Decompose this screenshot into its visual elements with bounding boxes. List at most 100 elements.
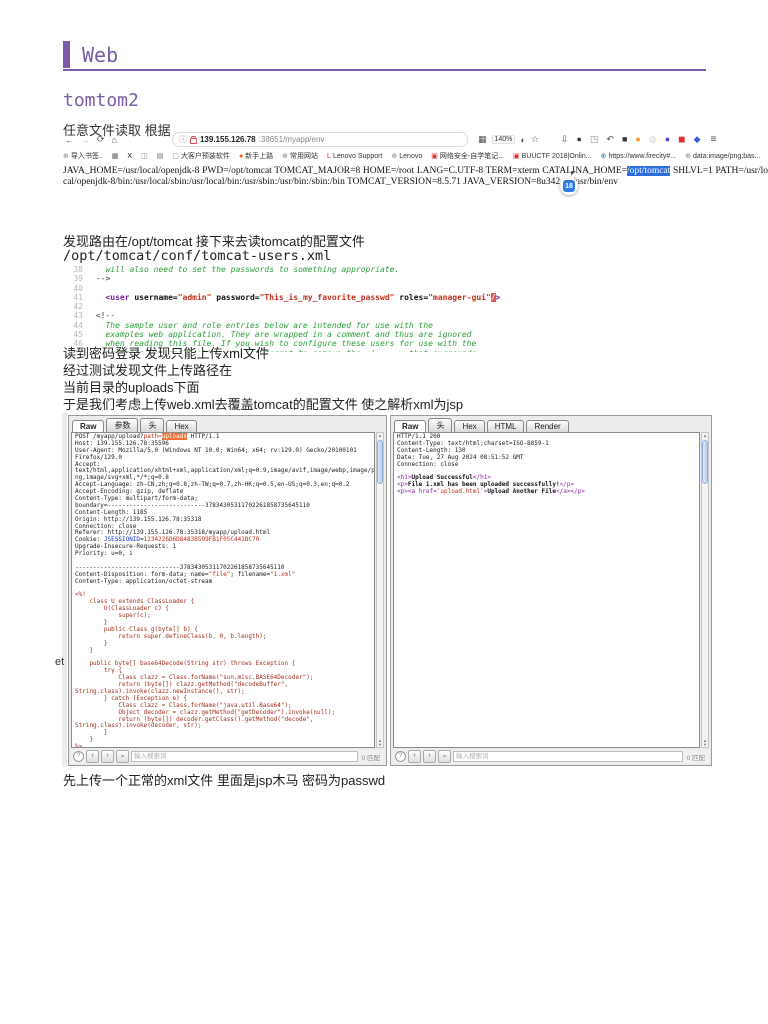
bookmark-item[interactable]: L Lenovo Support xyxy=(327,153,382,160)
bookmark-item[interactable]: X xyxy=(127,153,132,160)
url-path: :38651/myapp/env xyxy=(258,135,325,144)
search-input[interactable] xyxy=(131,751,358,762)
bookmark-item[interactable]: ▣ BUUCTF 2018|Onlin... xyxy=(513,152,592,161)
dark-square-icon[interactable]: ■ xyxy=(622,135,627,144)
message-line xyxy=(75,586,374,593)
tag-icon[interactable]: ◳ xyxy=(590,135,599,144)
bookmark-favicon: ● xyxy=(238,152,244,160)
tab-参数[interactable]: 参数 xyxy=(106,418,139,433)
ghost-icon[interactable]: ◍ xyxy=(649,135,657,144)
download-icon[interactable]: ⇩ xyxy=(561,135,569,144)
search-help-icon[interactable]: ? xyxy=(73,751,84,762)
qr-icon[interactable]: ▦ xyxy=(478,134,487,145)
url-bar[interactable]: ⓘ 139.155.126.78:38651/myapp/env xyxy=(171,132,468,147)
header-accent-bar xyxy=(63,41,70,68)
search-prev-button[interactable]: ‹ xyxy=(408,750,421,763)
scroll-up-icon[interactable]: ▲ xyxy=(702,433,708,438)
bookmark-label: data:image/png;bas... xyxy=(693,152,761,160)
bookmark-item[interactable]: ⊕ 导入书签.. xyxy=(63,151,103,161)
bookmark-favicon: ▦ xyxy=(111,153,119,160)
scroll-up-icon[interactable]: ▲ xyxy=(377,433,383,438)
bookmark-label: 网络安全-自学笔记... xyxy=(439,153,505,160)
search-next-button[interactable]: › xyxy=(101,750,114,763)
tab-头[interactable]: 头 xyxy=(140,418,165,433)
bookmark-label: https://www.firecity#... xyxy=(608,152,677,160)
bookmark-item[interactable]: ● 新手上路 xyxy=(239,151,273,161)
scrollbar-thumb[interactable] xyxy=(702,440,708,484)
message-line: Firefox/129.0 xyxy=(75,453,122,461)
bookmark-label: 新手上路 xyxy=(245,153,274,160)
menu-icon[interactable]: ≡ xyxy=(711,134,717,145)
document-page: Web tomtom2 任意文件读取 根据 ← → ⟳ ⌂ ⓘ 139.155.… xyxy=(0,0,768,1024)
search-help-icon[interactable]: ? xyxy=(395,751,406,762)
scrollbar-thumb[interactable] xyxy=(377,440,383,484)
message-line: Priority: u=0, i xyxy=(75,550,133,558)
doc-title: tomtom2 xyxy=(63,90,139,111)
fox-icon[interactable]: ● xyxy=(635,135,640,144)
blue-shield-icon[interactable]: ◆ xyxy=(694,135,701,144)
env-output: JAVA_HOME=/usr/local/openjdk-8 PWD=/opt/… xyxy=(63,166,768,188)
response-content[interactable]: HTTP/1.1 200 Content-Type: text/html;char… xyxy=(393,432,700,748)
message-line: } xyxy=(75,646,94,654)
bookmark-favicon: ⊕ xyxy=(685,153,691,160)
message-line: String.class).invoke(decoder, str); xyxy=(75,722,202,730)
response-scrollbar[interactable]: ▲ ▲ ▼ xyxy=(701,432,709,748)
bookmark-star-icon[interactable]: ☆ xyxy=(531,134,539,145)
bookmark-favicon: ▤ xyxy=(156,153,164,160)
home-icon[interactable]: ⌂ xyxy=(112,135,117,145)
bookmark-favicon: ▣ xyxy=(513,153,520,160)
bookmark-label: BUUCTF 2018|Onlin... xyxy=(521,152,592,160)
forward-icon[interactable]: → xyxy=(81,135,90,145)
search-input[interactable] xyxy=(453,751,683,762)
bookmark-item[interactable]: ⊕ data:image/png;bas... xyxy=(685,152,761,161)
purple-orb-icon[interactable]: ● xyxy=(665,135,670,144)
bookmark-item[interactable]: ⊕ 常用网站 xyxy=(282,151,318,161)
red-badge-icon[interactable]: ◼ xyxy=(678,135,685,144)
bookmark-item[interactable]: ▢ 大客户预装软件 xyxy=(172,151,230,161)
url-host: 139.155.126.78 xyxy=(199,135,256,144)
response-message: HTTP/1.1 200 Content-Type: text/html;char… xyxy=(397,433,699,496)
extension-icons: ⇩ ● ◳ ↶ ■ ● ◍ ● ◼ ◆ xyxy=(561,135,701,144)
message-line: } xyxy=(75,729,108,737)
request-content[interactable]: POST /myapp/upload?path=uploads HTTP/1.1… xyxy=(71,432,375,748)
shield-icon[interactable]: ◐ xyxy=(520,135,525,145)
search-matches-label: 0 匹配 xyxy=(686,754,705,762)
bookmark-item[interactable]: ⊕ https://www.firecity#... xyxy=(601,152,677,161)
message-line: } xyxy=(75,639,108,647)
scroll-down-icon[interactable]: ▲ ▼ xyxy=(702,739,708,747)
request-scrollbar[interactable]: ▲ ▲ ▼ xyxy=(376,432,384,748)
scroll-down-icon[interactable]: ▲ ▼ xyxy=(377,739,383,747)
message-line: 41 <user username="admin" password="This… xyxy=(73,292,501,302)
bookmark-item[interactable]: ▦ xyxy=(112,152,119,160)
reload-icon[interactable]: ⟳ xyxy=(97,134,105,145)
undo-icon[interactable]: ↶ xyxy=(606,135,614,144)
search-options-button[interactable]: ⌄ xyxy=(438,750,451,763)
browser-screenshot: ← → ⟳ ⌂ ⓘ 139.155.126.78:38651/myapp/env… xyxy=(63,131,768,188)
search-prev-button[interactable]: ‹ xyxy=(86,750,99,763)
message-line: %> xyxy=(75,743,83,748)
request-tabs: Raw 参数头 Hex xyxy=(72,417,384,433)
bookmark-label: 导入书签.. xyxy=(70,153,103,160)
message-line: Connection: close xyxy=(397,460,459,468)
back-icon[interactable]: ← xyxy=(65,135,74,145)
site-info-icon[interactable]: ⓘ xyxy=(179,134,187,145)
adblock-icon[interactable]: ● xyxy=(576,135,581,144)
bookmark-item[interactable]: ◫ xyxy=(141,152,148,160)
search-next-button[interactable]: › xyxy=(423,750,436,763)
bookmark-item[interactable]: ⊕ Lenovo xyxy=(391,152,423,161)
bookmark-favicon: X xyxy=(127,152,133,160)
search-options-button[interactable]: ⌄ xyxy=(116,750,129,763)
paragraph-line: 当前目录的uploads下面 xyxy=(63,380,200,395)
bookmark-item[interactable]: ▣ 网络安全-自学笔记... xyxy=(431,151,504,161)
selection-translate-badge[interactable]: ◤ 18 xyxy=(560,171,578,195)
bookmark-label: Lenovo xyxy=(399,152,423,160)
burp-request-panel: Raw 参数头 Hex POST /myapp/upload?path=upload… xyxy=(68,415,387,766)
tab-头[interactable]: 头 xyxy=(428,418,453,433)
paragraph-line: 读到密码登录 发现只能上传xml文件 xyxy=(63,346,269,361)
zoom-level[interactable]: 140% xyxy=(491,135,516,144)
bookmark-item[interactable]: ▤ xyxy=(157,152,164,160)
message-line: 39 --> xyxy=(73,274,111,284)
bookmark-favicon: L xyxy=(327,152,331,160)
response-search-bar: ? ‹ › ⌄ 0 匹配 xyxy=(393,750,709,763)
message-line: return super.defineClass(b, 0, b.length)… xyxy=(75,632,267,640)
